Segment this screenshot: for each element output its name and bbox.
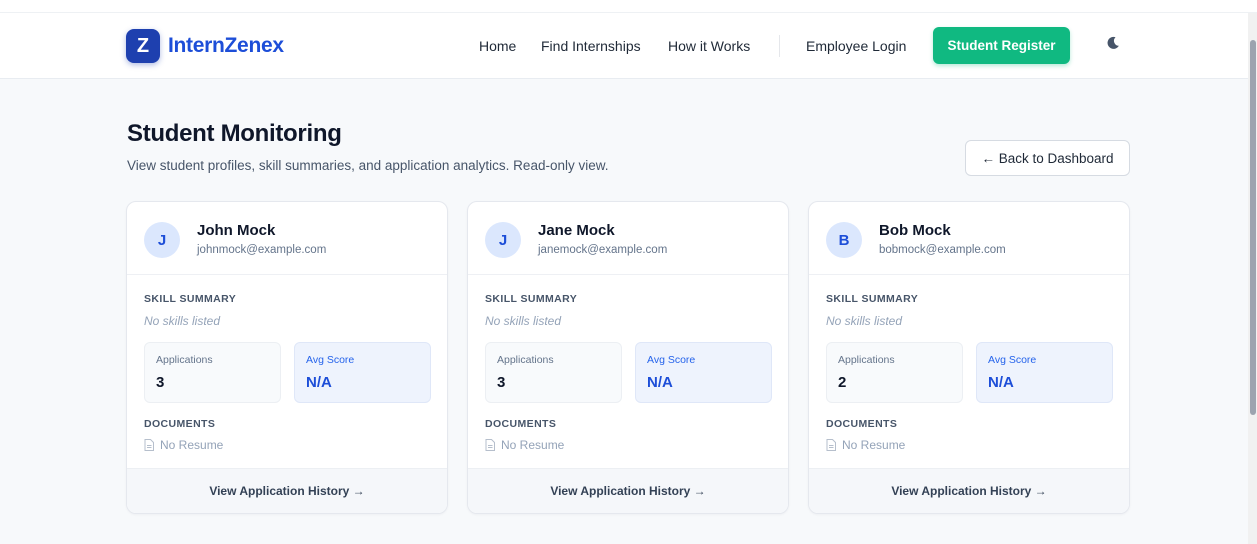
view-application-history-link[interactable]: View Application History → <box>809 468 1129 513</box>
document-icon <box>144 439 154 451</box>
avg-score-label: Avg Score <box>988 354 1037 366</box>
applications-label: Applications <box>497 354 554 366</box>
view-application-history-link[interactable]: View Application History → <box>127 468 447 513</box>
document-icon <box>485 439 495 451</box>
skill-summary-label: SKILL SUMMARY <box>144 293 237 305</box>
applications-stat: Applications 2 <box>826 342 963 403</box>
avg-score-value: N/A <box>647 374 673 391</box>
nav-divider <box>779 35 780 57</box>
student-name: Bob Mock <box>879 222 951 239</box>
nav-how-it-works[interactable]: How it Works <box>668 38 750 54</box>
student-card-header: J Jane Mock janemock@example.com <box>468 202 788 275</box>
skills-empty-text: No skills listed <box>826 314 903 328</box>
skill-summary-label: SKILL SUMMARY <box>826 293 919 305</box>
applications-count: 3 <box>156 374 165 391</box>
page-title: Student Monitoring <box>127 120 342 147</box>
student-email: bobmock@example.com <box>879 244 1006 256</box>
student-name: Jane Mock <box>538 222 615 239</box>
browser-top-strip <box>0 0 1257 13</box>
avg-score-label: Avg Score <box>306 354 355 366</box>
avg-score-stat: Avg Score N/A <box>976 342 1113 403</box>
student-card-header: J John Mock johnmock@example.com <box>127 202 447 275</box>
logo-mark: Z <box>126 29 160 63</box>
avg-score-label: Avg Score <box>647 354 696 366</box>
applications-label: Applications <box>156 354 213 366</box>
avg-score-stat: Avg Score N/A <box>635 342 772 403</box>
avg-score-value: N/A <box>306 374 332 391</box>
applications-count: 3 <box>497 374 506 391</box>
avg-score-stat: Avg Score N/A <box>294 342 431 403</box>
document-icon <box>826 439 836 451</box>
avatar: B <box>826 222 862 258</box>
student-card: B Bob Mock bobmock@example.com SKILL SUM… <box>808 201 1130 514</box>
student-email: johnmock@example.com <box>197 244 327 256</box>
applications-count: 2 <box>838 374 847 391</box>
avg-score-value: N/A <box>988 374 1014 391</box>
moon-icon[interactable] <box>1106 36 1120 50</box>
applications-stat: Applications 3 <box>144 342 281 403</box>
nav-find-internships[interactable]: Find Internships <box>541 38 641 54</box>
brand-logo[interactable]: Z InternZenex <box>126 29 284 63</box>
nav-employee-login[interactable]: Employee Login <box>806 38 906 54</box>
page-subtitle: View student profiles, skill summaries, … <box>127 158 609 173</box>
resume-status: No Resume <box>485 438 564 452</box>
student-card-header: B Bob Mock bobmock@example.com <box>809 202 1129 275</box>
documents-label: DOCUMENTS <box>826 418 898 430</box>
applications-stat: Applications 3 <box>485 342 622 403</box>
brand-name: InternZenex <box>168 34 284 57</box>
nav-home[interactable]: Home <box>479 38 516 54</box>
student-card: J John Mock johnmock@example.com SKILL S… <box>126 201 448 514</box>
skill-summary-label: SKILL SUMMARY <box>485 293 578 305</box>
view-application-history-link[interactable]: View Application History → <box>468 468 788 513</box>
resume-text: No Resume <box>160 438 224 452</box>
student-name: John Mock <box>197 222 276 239</box>
avatar: J <box>144 222 180 258</box>
resume-text: No Resume <box>501 438 565 452</box>
resume-text: No Resume <box>842 438 906 452</box>
student-card: J Jane Mock janemock@example.com SKILL S… <box>467 201 789 514</box>
scrollbar-thumb[interactable] <box>1250 40 1256 415</box>
student-register-button[interactable]: Student Register <box>933 27 1070 64</box>
site-header: Z InternZenex Home Find Internships How … <box>0 13 1248 79</box>
avatar: J <box>485 222 521 258</box>
skills-empty-text: No skills listed <box>485 314 562 328</box>
documents-label: DOCUMENTS <box>144 418 216 430</box>
documents-label: DOCUMENTS <box>485 418 557 430</box>
back-to-dashboard-button[interactable]: ← Back to Dashboard <box>965 140 1130 176</box>
resume-status: No Resume <box>144 438 223 452</box>
resume-status: No Resume <box>826 438 905 452</box>
skills-empty-text: No skills listed <box>144 314 221 328</box>
student-email: janemock@example.com <box>538 244 668 256</box>
applications-label: Applications <box>838 354 895 366</box>
